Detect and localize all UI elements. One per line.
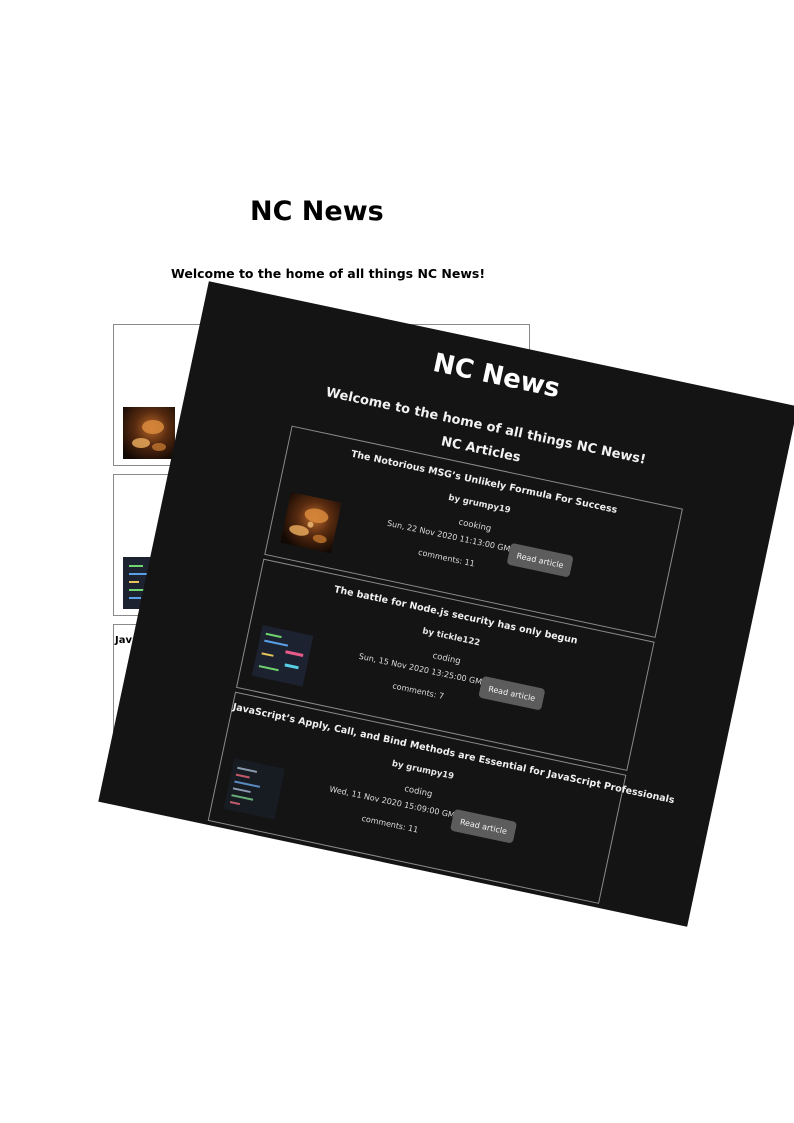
code-screen-photo-icon	[251, 624, 314, 687]
page-title: NC News	[250, 196, 384, 227]
code-screen-photo-icon	[223, 757, 286, 820]
cooking-photo-icon	[280, 491, 342, 554]
article-topic: coding	[431, 651, 462, 667]
cooking-photo-icon	[123, 407, 175, 459]
welcome-message: Welcome to the home of all things NC New…	[171, 266, 486, 281]
article-topic: cooking	[457, 517, 493, 535]
article-topic: coding	[403, 784, 434, 800]
